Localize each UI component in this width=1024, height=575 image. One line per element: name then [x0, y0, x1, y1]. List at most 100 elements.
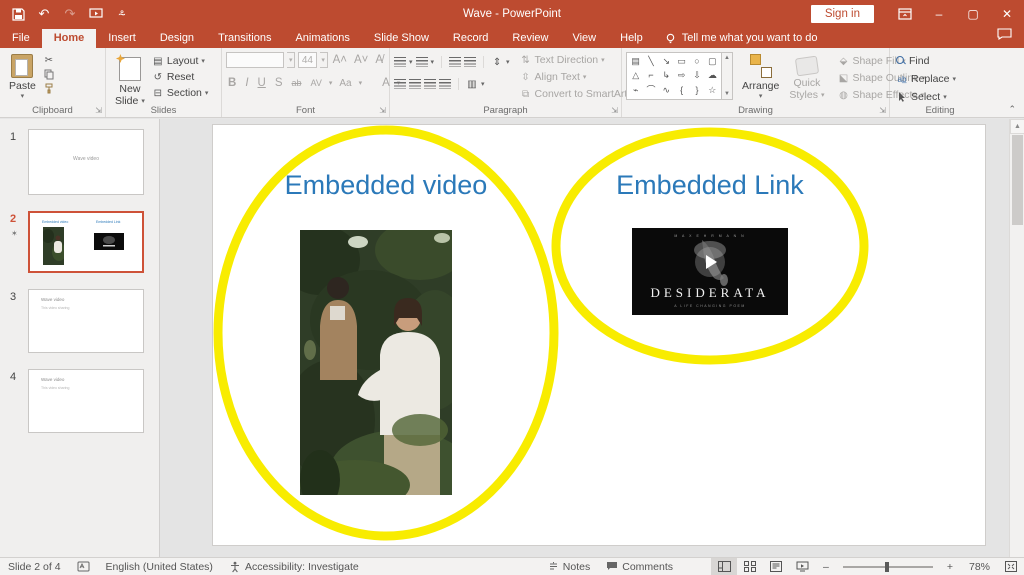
spellcheck-icon[interactable]: [69, 561, 98, 573]
align-text-button[interactable]: ⇳Align Text▾: [518, 70, 636, 84]
tab-review[interactable]: Review: [500, 29, 560, 48]
convert-smartart-button[interactable]: ⧉Convert to SmartArt▾: [518, 87, 636, 101]
grow-font-icon[interactable]: A˄: [331, 54, 349, 66]
bold-button[interactable]: B: [226, 77, 238, 89]
slide-2[interactable]: Embedded video Embedded Link: [213, 125, 985, 545]
copy-icon[interactable]: [43, 69, 55, 80]
bullets-icon[interactable]: [394, 57, 406, 68]
accessibility-status[interactable]: Accessibility: Investigate: [221, 561, 367, 573]
clear-formatting-icon[interactable]: A̸: [373, 54, 385, 66]
slide-thumbnail-1[interactable]: Wave video: [28, 129, 144, 195]
start-slideshow-icon[interactable]: [88, 6, 104, 22]
font-name-caret[interactable]: ▾: [287, 52, 295, 68]
strikethrough-button[interactable]: ab: [290, 78, 304, 88]
normal-view-button[interactable]: [711, 558, 737, 575]
slide-thumbnail-2[interactable]: Embedded video Embedded Link: [28, 211, 144, 273]
undo-icon[interactable]: ↶: [36, 6, 52, 22]
new-slide-button[interactable]: New Slide▾: [110, 52, 150, 109]
shrink-font-icon[interactable]: A˅: [352, 54, 370, 66]
layout-button[interactable]: ▤Layout▾: [150, 54, 211, 68]
play-button-icon[interactable]: [695, 247, 725, 277]
tab-record[interactable]: Record: [441, 29, 500, 48]
paste-dropdown-caret[interactable]: ▾: [21, 92, 25, 100]
slide-sorter-view-button[interactable]: [737, 558, 763, 575]
tell-me-box[interactable]: Tell me what you want to do: [655, 29, 828, 48]
arrange-button[interactable]: Arrange ▾: [737, 52, 784, 103]
find-button[interactable]: Find: [894, 54, 986, 68]
reset-button[interactable]: ↺Reset: [150, 70, 211, 84]
zoom-slider[interactable]: [843, 566, 933, 568]
comments-bubble-icon[interactable]: [997, 27, 1012, 48]
paragraph-dialog-launcher-icon[interactable]: ⇲: [611, 106, 618, 115]
fit-slide-to-window-icon[interactable]: [998, 558, 1024, 575]
cut-icon[interactable]: ✂: [43, 55, 55, 66]
clipboard-dialog-launcher-icon[interactable]: ⇲: [95, 106, 102, 115]
zoom-out-button[interactable]: –: [815, 561, 837, 573]
tab-insert[interactable]: Insert: [96, 29, 148, 48]
tab-transitions[interactable]: Transitions: [206, 29, 283, 48]
font-name-combobox[interactable]: [226, 52, 284, 68]
embedded-video-frame[interactable]: [300, 230, 452, 495]
restore-button[interactable]: ▢: [956, 0, 990, 28]
zoom-slider-thumb[interactable]: [885, 562, 889, 572]
underline-button[interactable]: U: [256, 77, 268, 89]
character-spacing-button[interactable]: AV: [309, 78, 324, 88]
shapes-gallery-scrollbar[interactable]: ▲▼: [722, 52, 733, 100]
font-dialog-launcher-icon[interactable]: ⇲: [379, 106, 386, 115]
increase-indent-icon[interactable]: [464, 57, 476, 68]
scroll-up-icon[interactable]: ▲: [1010, 119, 1024, 134]
numbering-icon[interactable]: [416, 57, 428, 68]
embedded-link-thumbnail[interactable]: M A X E H R M A N N DESIDERATA A LIFE CH…: [632, 228, 788, 315]
tab-home[interactable]: Home: [42, 29, 97, 48]
paste-button[interactable]: Paste ▾: [4, 52, 41, 102]
replace-button[interactable]: ab̲Replace▾: [894, 72, 986, 86]
decrease-indent-icon[interactable]: [449, 57, 461, 68]
change-case-button[interactable]: Aa: [337, 78, 353, 89]
comments-button[interactable]: Comments: [598, 561, 681, 573]
zoom-level[interactable]: 78%: [961, 561, 998, 573]
columns-icon[interactable]: ▥: [466, 79, 478, 90]
vertical-scrollbar[interactable]: ▲: [1009, 119, 1024, 557]
text-shadow-button[interactable]: S: [273, 77, 285, 89]
align-right-icon[interactable]: [424, 79, 436, 90]
tab-animations[interactable]: Animations: [283, 29, 361, 48]
sign-in-button[interactable]: Sign in: [811, 5, 874, 23]
align-left-icon[interactable]: [394, 79, 406, 90]
tab-slideshow[interactable]: Slide Show: [362, 29, 441, 48]
align-center-icon[interactable]: [409, 79, 421, 90]
slide-thumbnail-3[interactable]: Wave video This video sharing: [28, 289, 144, 353]
embedded-video-heading[interactable]: Embedded video: [270, 170, 502, 201]
ribbon-display-options-icon[interactable]: [888, 0, 922, 28]
format-painter-icon[interactable]: [43, 83, 55, 94]
language-status[interactable]: English (United States): [98, 561, 221, 573]
slide-thumbnail-panel[interactable]: 1 Wave video 2 ✶ Embedded video Embedded…: [0, 119, 160, 557]
font-size-caret[interactable]: ▾: [320, 52, 328, 68]
reading-view-button[interactable]: [763, 558, 789, 575]
zoom-in-button[interactable]: +: [939, 561, 961, 573]
scrollbar-thumb[interactable]: [1012, 135, 1023, 225]
redo-icon[interactable]: ↷: [62, 6, 78, 22]
section-button[interactable]: ⊟Section▾: [150, 86, 211, 100]
shapes-gallery[interactable]: ▤╲↘▭○▢ △⌐↳⇨⇩☁ ⌁⌒∿{}☆: [626, 52, 722, 100]
tab-help[interactable]: Help: [608, 29, 655, 48]
embedded-link-heading[interactable]: Embedded Link: [594, 170, 826, 201]
customize-qat-icon[interactable]: ⸛: [114, 6, 130, 22]
text-direction-button[interactable]: ⇅Text Direction▾: [518, 53, 636, 67]
select-button[interactable]: Select▾: [894, 90, 986, 104]
tab-file[interactable]: File: [0, 29, 42, 48]
tab-view[interactable]: View: [560, 29, 608, 48]
slide-thumbnail-4[interactable]: Wave video This video sharing: [28, 369, 144, 433]
line-spacing-icon[interactable]: ⇕: [491, 57, 503, 68]
drawing-dialog-launcher-icon[interactable]: ⇲: [879, 106, 886, 115]
tab-design[interactable]: Design: [148, 29, 206, 48]
close-button[interactable]: ✕: [990, 0, 1024, 28]
notes-button[interactable]: Notes: [540, 561, 598, 573]
justify-icon[interactable]: [439, 79, 451, 90]
minimize-button[interactable]: –: [922, 0, 956, 28]
quick-styles-button[interactable]: Quick Styles▾: [784, 52, 829, 103]
font-size-combobox[interactable]: 44: [298, 52, 316, 68]
save-icon[interactable]: [10, 6, 26, 22]
collapse-ribbon-icon[interactable]: ⌃: [1008, 104, 1016, 115]
slideshow-view-button[interactable]: [789, 558, 815, 575]
italic-button[interactable]: I: [243, 77, 250, 89]
